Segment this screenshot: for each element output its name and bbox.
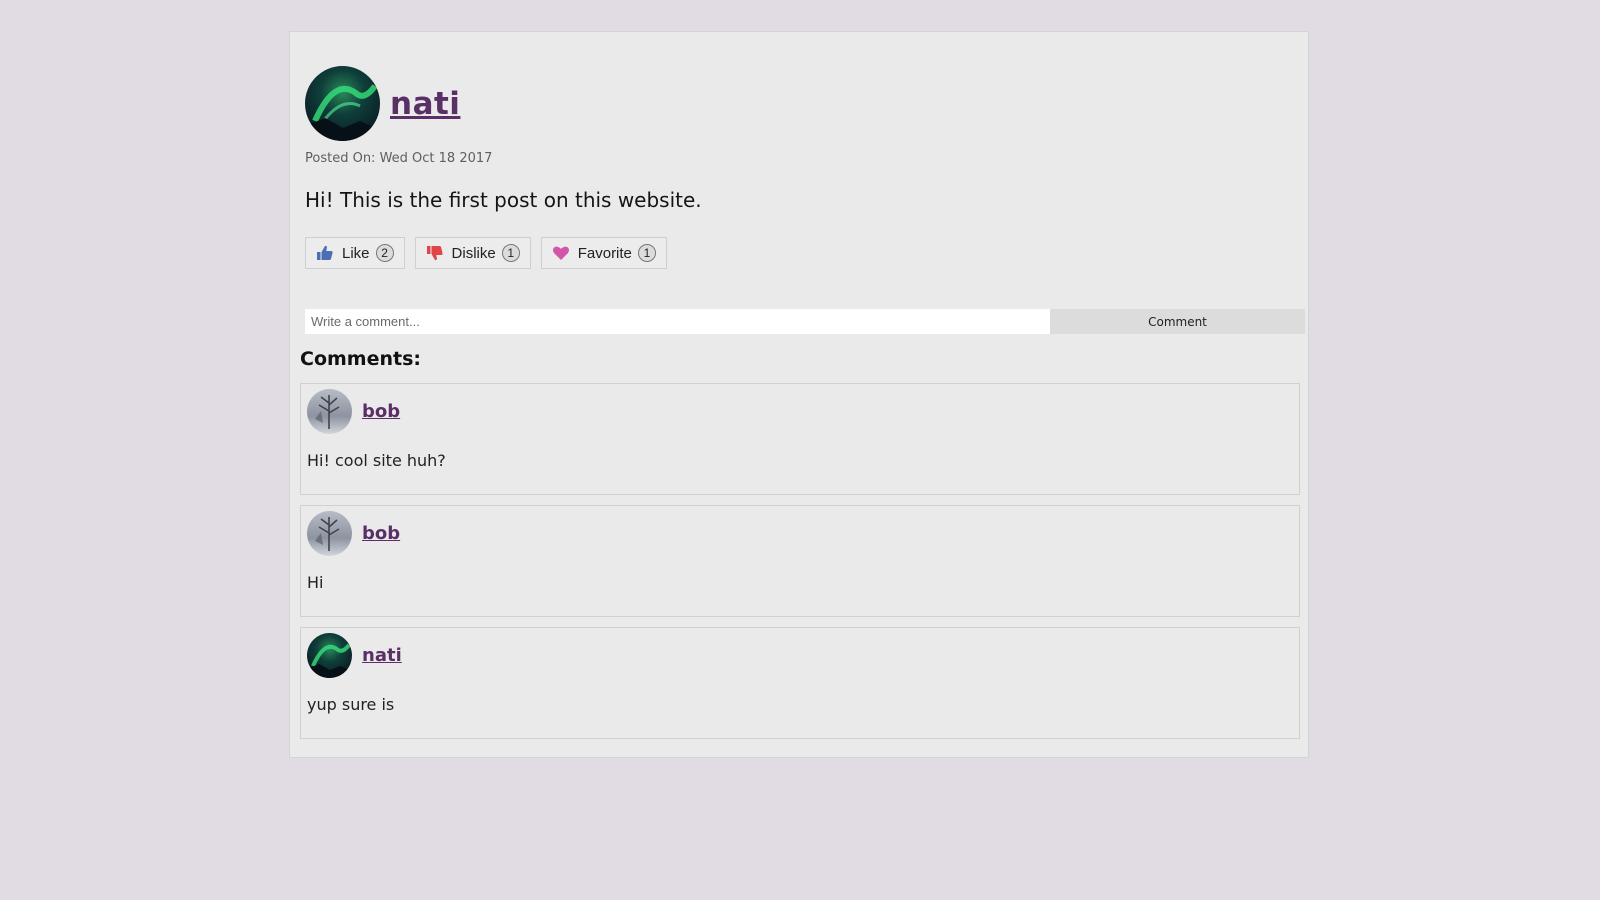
favorite-label: Favorite — [577, 244, 632, 262]
comment-author-link[interactable]: nati — [362, 645, 402, 666]
comment-text: Hi — [307, 573, 324, 592]
comment-item: nati yup sure is — [300, 627, 1300, 739]
posted-on-date: Posted On: Wed Oct 18 2017 — [305, 151, 493, 166]
comment-item: bob Hi! cool site huh? — [300, 383, 1300, 495]
avatar — [305, 66, 380, 141]
reaction-bar: Like 2 Dislike 1 Favorite 1 — [305, 237, 667, 269]
comment-submit-button[interactable]: Comment — [1050, 309, 1305, 334]
post-author-link[interactable]: nati — [390, 86, 460, 122]
avatar — [307, 511, 352, 556]
like-button[interactable]: Like 2 — [305, 237, 405, 269]
avatar — [307, 633, 352, 678]
comment-input[interactable] — [305, 309, 1050, 334]
comment-author-link[interactable]: bob — [362, 401, 400, 422]
comment-form: Comment — [305, 309, 1305, 334]
post-header: nati — [305, 66, 460, 141]
comment-text: yup sure is — [307, 695, 395, 714]
comments-heading: Comments: — [300, 348, 421, 370]
dislike-button[interactable]: Dislike 1 — [414, 237, 531, 269]
avatar — [307, 389, 352, 434]
comment-author-link[interactable]: bob — [362, 523, 400, 544]
favorite-button[interactable]: Favorite 1 — [540, 237, 667, 269]
like-label: Like — [342, 244, 370, 262]
post-body-text: Hi! This is the first post on this websi… — [305, 188, 702, 212]
post-card: nati Posted On: Wed Oct 18 2017 Hi! This… — [289, 31, 1309, 758]
comment-header: bob — [307, 389, 400, 434]
favorite-count-badge: 1 — [637, 244, 656, 262]
comment-header: bob — [307, 511, 400, 556]
comment-text: Hi! cool site huh? — [307, 451, 446, 470]
like-count-badge: 2 — [375, 244, 394, 262]
comment-header: nati — [307, 633, 402, 678]
comment-item: bob Hi — [300, 505, 1300, 617]
thumbs-down-icon — [426, 244, 444, 262]
dislike-count-badge: 1 — [501, 244, 520, 262]
dislike-label: Dislike — [451, 244, 496, 262]
heart-icon — [552, 244, 570, 262]
thumbs-up-icon — [316, 244, 334, 262]
